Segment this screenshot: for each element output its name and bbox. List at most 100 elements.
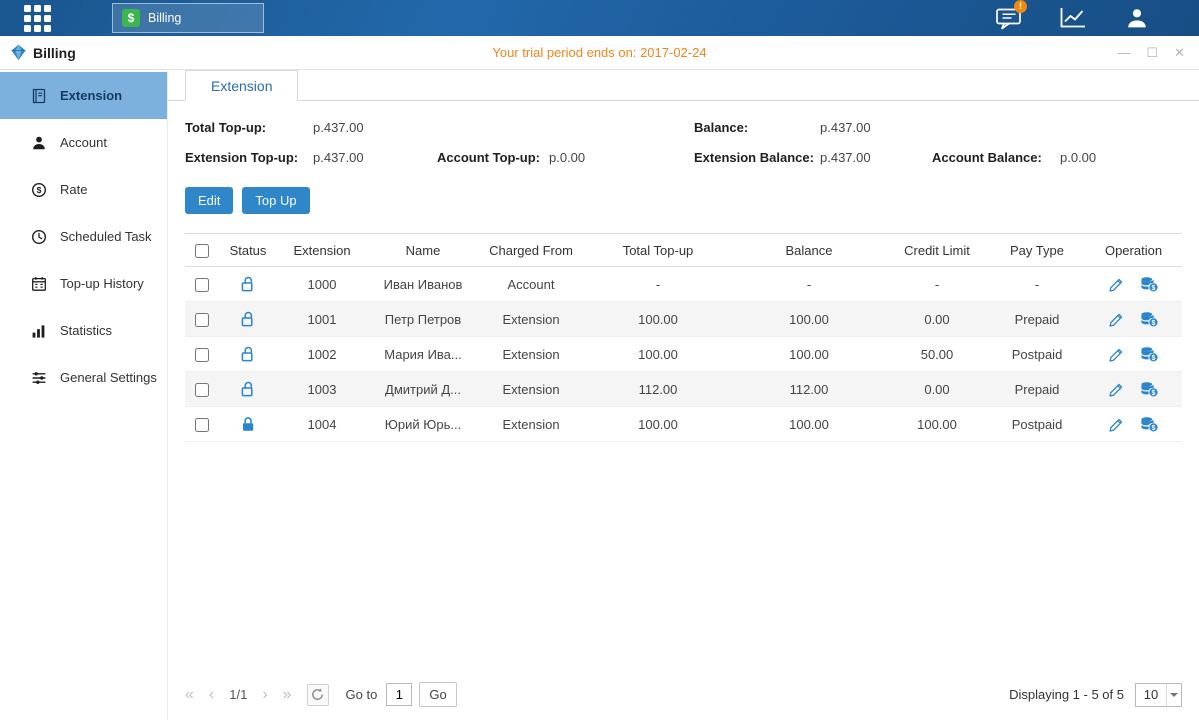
displaying-text: Displaying 1 - 5 of 5 — [1009, 687, 1124, 702]
trial-notice: Your trial period ends on: 2017-02-24 — [0, 45, 1199, 60]
column-header-balance: Balance — [733, 234, 885, 267]
edit-icon[interactable] — [1109, 347, 1124, 362]
summary-label: Balance: — [694, 120, 820, 135]
pagination-bar: « ‹ 1/1 › » Go to Go Displaying 1 - 5 of… — [168, 682, 1199, 720]
sidebar-item-label: Extension — [60, 88, 122, 103]
sidebar-item-label: Scheduled Task — [60, 229, 152, 244]
charged-from-cell: Extension — [479, 337, 583, 372]
row-checkbox[interactable] — [195, 418, 209, 432]
svg-text:$: $ — [1152, 355, 1156, 362]
name-cell: Дмитрий Д... — [367, 372, 479, 407]
summary-value: p.437.00 — [820, 150, 871, 165]
sidebar-item-account[interactable]: Account — [0, 119, 167, 166]
summary-value: p.0.00 — [1060, 150, 1096, 165]
prev-page-button[interactable]: ‹ — [209, 687, 214, 703]
minimize-button[interactable]: — — [1117, 46, 1130, 59]
column-header-name: Name — [367, 234, 479, 267]
extension-cell: 1003 — [277, 372, 367, 407]
top-up-button[interactable]: Top Up — [242, 187, 309, 214]
chat-button[interactable]: ! — [993, 5, 1025, 32]
topbar-billing-tab-label: Billing — [148, 11, 181, 25]
topup-icon[interactable]: $ — [1140, 311, 1158, 327]
edit-button[interactable]: Edit — [185, 187, 233, 214]
table-row: 1003Дмитрий Д...Extension112.00112.000.0… — [185, 372, 1182, 407]
sidebar-item-extension[interactable]: Extension — [0, 72, 167, 119]
column-header-total-topup: Total Top-up — [583, 234, 733, 267]
row-checkbox[interactable] — [195, 313, 209, 327]
row-checkbox[interactable] — [195, 348, 209, 362]
refresh-icon — [311, 688, 324, 701]
first-page-button[interactable]: « — [185, 687, 194, 703]
extension-table: Status Extension Name Charged From Total… — [185, 233, 1182, 442]
unlocked-icon — [241, 276, 255, 291]
topup-icon[interactable]: $ — [1140, 416, 1158, 432]
sidebar-item-label: Top-up History — [60, 276, 144, 291]
table-row: 1001Петр ПетровExtension100.00100.000.00… — [185, 302, 1182, 337]
edit-icon[interactable] — [1109, 417, 1124, 432]
topbar: $ Billing ! — [0, 0, 1199, 36]
select-all-checkbox[interactable] — [195, 244, 209, 258]
goto-label: Go to — [346, 687, 378, 702]
row-select-cell — [185, 267, 219, 302]
operation-cell: $ — [1085, 337, 1182, 372]
bar-chart-icon — [31, 323, 47, 339]
summary-label: Total Top-up: — [185, 120, 313, 135]
goto-page-input[interactable] — [386, 683, 412, 706]
sidebar-item-label: Account — [60, 135, 107, 150]
extension-table-body: 1000Иван ИвановAccount----$1001Петр Петр… — [185, 267, 1182, 442]
apps-menu-button[interactable] — [0, 0, 74, 36]
tab-extension[interactable]: Extension — [185, 70, 298, 101]
user-menu-button[interactable] — [1121, 5, 1153, 32]
sidebar-item-general-settings[interactable]: General Settings — [0, 354, 167, 401]
charged-from-cell: Extension — [479, 302, 583, 337]
column-header-status: Status — [219, 234, 277, 267]
select-all-cell — [185, 234, 219, 267]
topup-icon[interactable]: $ — [1140, 381, 1158, 397]
clock-icon — [31, 229, 47, 245]
total-topup-cell: 100.00 — [583, 302, 733, 337]
next-page-button[interactable]: › — [262, 687, 267, 703]
edit-icon[interactable] — [1109, 312, 1124, 327]
name-cell: Петр Петров — [367, 302, 479, 337]
status-cell — [219, 302, 277, 337]
page-size-select[interactable]: 10 — [1135, 683, 1182, 707]
summary-panel: Total Top-up: p.437.00 Balance: p.437.00… — [168, 101, 1199, 175]
balance-cell: 112.00 — [733, 372, 885, 407]
calendar-icon — [31, 276, 47, 292]
summary-value: p.0.00 — [549, 150, 585, 165]
sidebar-item-rate[interactable]: $ Rate — [0, 166, 167, 213]
topup-icon[interactable]: $ — [1140, 276, 1158, 292]
statistics-button[interactable] — [1057, 5, 1089, 32]
sidebar-item-scheduled-task[interactable]: Scheduled Task — [0, 213, 167, 260]
pay-type-cell: Postpaid — [989, 407, 1085, 442]
last-page-button[interactable]: » — [283, 687, 292, 703]
summary-balance: Balance: p.437.00 — [694, 120, 932, 135]
credit-limit-cell: 0.00 — [885, 302, 989, 337]
topbar-billing-tab[interactable]: $ Billing — [112, 3, 264, 33]
pay-type-cell: - — [989, 267, 1085, 302]
apps-grid-icon — [24, 5, 51, 32]
refresh-button[interactable] — [307, 684, 329, 706]
user-icon — [1125, 6, 1149, 30]
pay-type-cell: Postpaid — [989, 337, 1085, 372]
chart-icon — [1058, 6, 1088, 30]
sidebar-item-topup-history[interactable]: Top-up History — [0, 260, 167, 307]
go-button[interactable]: Go — [419, 682, 456, 707]
summary-value: p.437.00 — [313, 150, 364, 165]
sidebar-item-statistics[interactable]: Statistics — [0, 307, 167, 354]
edit-icon[interactable] — [1109, 277, 1124, 292]
status-cell — [219, 337, 277, 372]
chat-notification-badge: ! — [1014, 0, 1027, 13]
column-header-extension: Extension — [277, 234, 367, 267]
titlebar: Billing Your trial period ends on: 2017-… — [0, 36, 1199, 70]
summary-account-topup: Account Top-up: p.0.00 — [437, 150, 694, 165]
close-button[interactable]: ✕ — [1174, 46, 1185, 59]
topup-icon[interactable]: $ — [1140, 346, 1158, 362]
sidebar-item-label: Rate — [60, 182, 87, 197]
row-checkbox[interactable] — [195, 383, 209, 397]
table-header-row: Status Extension Name Charged From Total… — [185, 234, 1182, 267]
edit-icon[interactable] — [1109, 382, 1124, 397]
row-checkbox[interactable] — [195, 278, 209, 292]
dollar-icon: $ — [122, 9, 140, 27]
maximize-button[interactable]: ☐ — [1146, 46, 1158, 59]
